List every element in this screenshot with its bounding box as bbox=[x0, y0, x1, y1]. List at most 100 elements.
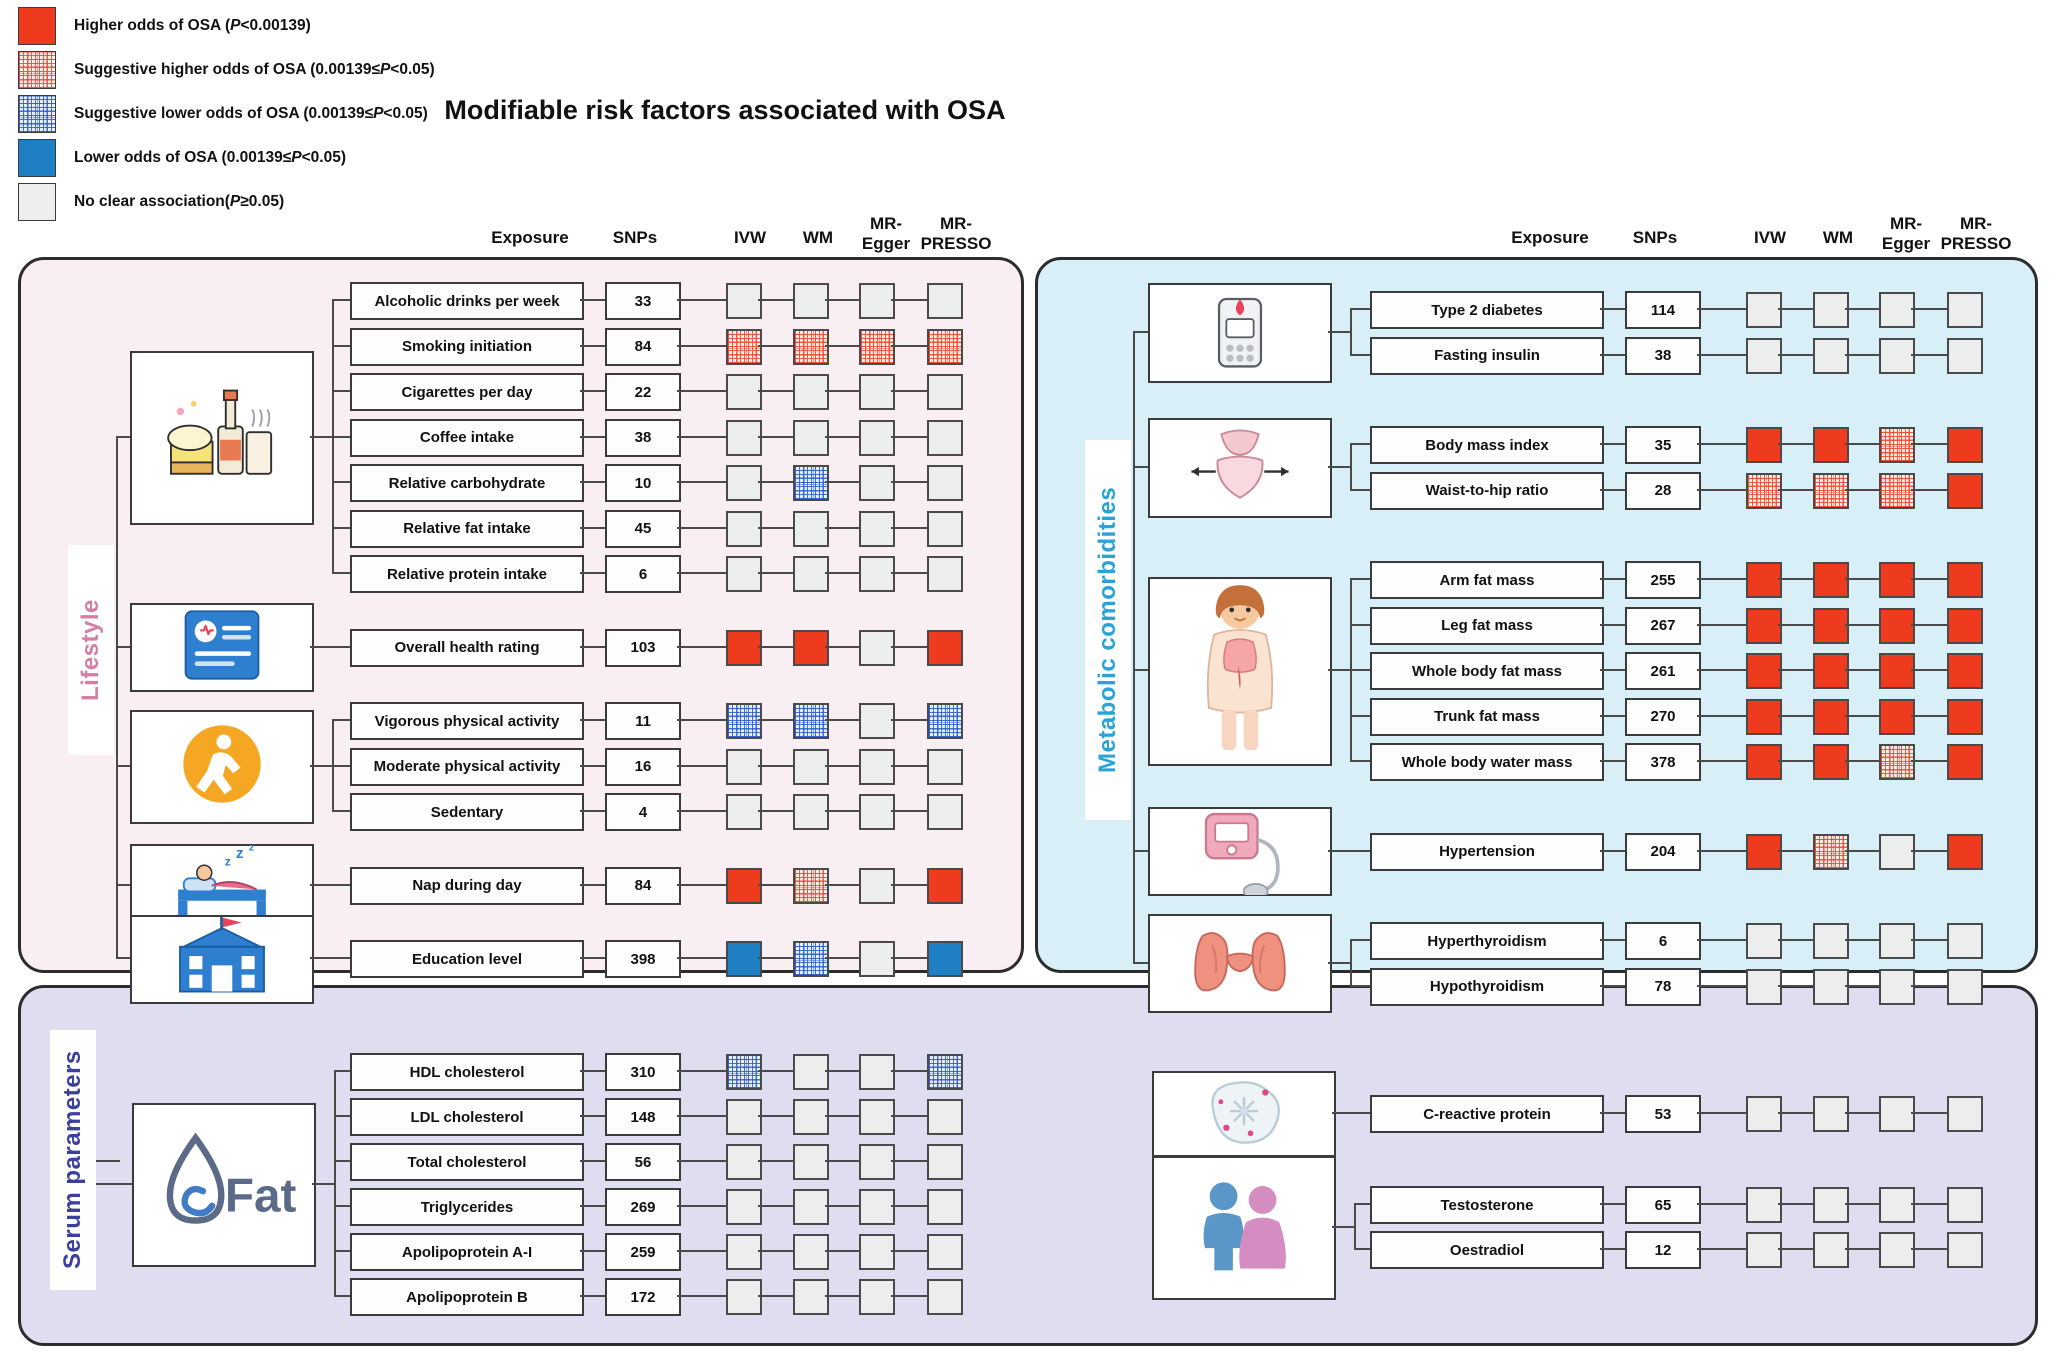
row-connector bbox=[1354, 1248, 1370, 1250]
icon-group-sex-hormone bbox=[1152, 1155, 1336, 1300]
result-cell-suggestive-higher-odds bbox=[1813, 472, 1849, 509]
exposure-label: Vigorous physical activity bbox=[374, 712, 560, 730]
result-cell-no-association bbox=[793, 419, 829, 456]
group-spine bbox=[1133, 330, 1135, 962]
result-cell-suggestive-lower-odds bbox=[927, 1054, 963, 1090]
cell-connector bbox=[758, 526, 793, 529]
result-cell-no-association bbox=[793, 1099, 829, 1135]
result-cell-no-association bbox=[927, 510, 963, 547]
cell-connector bbox=[677, 572, 726, 574]
snp-count: 103 bbox=[630, 639, 656, 656]
cell-connector bbox=[891, 764, 927, 767]
exposure-label: Smoking initiation bbox=[402, 338, 532, 355]
inflammation-cell-icon bbox=[1193, 1070, 1295, 1159]
icon-out-connector bbox=[310, 883, 332, 886]
exposure-snp-connector bbox=[1600, 353, 1625, 356]
snp-box: 270 bbox=[1625, 697, 1701, 736]
result-cell-no-association bbox=[859, 1279, 895, 1315]
legend-swatch-lred-icon bbox=[18, 50, 56, 89]
result-cell-no-association bbox=[726, 794, 762, 830]
snp-count: 114 bbox=[1650, 301, 1676, 319]
result-cell-suggestive-lower-odds bbox=[726, 1054, 762, 1090]
snp-count: 16 bbox=[634, 758, 652, 775]
cell-connector bbox=[758, 1250, 793, 1252]
exposure-snp-connector bbox=[580, 810, 605, 812]
icon-out-connector bbox=[1332, 1225, 1354, 1228]
cell-connector bbox=[891, 526, 927, 529]
icon-spine-connector bbox=[1133, 849, 1148, 852]
legend-item-none: No clear association(P≥0.05) bbox=[18, 182, 488, 221]
snp-box: 6 bbox=[605, 555, 681, 593]
exposure-box: Whole body fat mass bbox=[1370, 652, 1604, 690]
result-cell-no-association bbox=[859, 419, 895, 456]
snp-count: 11 bbox=[635, 712, 651, 730]
cell-connector bbox=[758, 435, 793, 438]
result-cell-no-association bbox=[726, 1144, 762, 1180]
result-cell-suggestive-higher-odds bbox=[793, 867, 829, 904]
row-connector bbox=[1350, 669, 1370, 671]
cell-connector bbox=[758, 1070, 793, 1072]
cell-connector bbox=[677, 1115, 726, 1117]
cell-connector bbox=[1911, 308, 1947, 310]
exposure-label: Relative protein intake bbox=[386, 565, 548, 583]
exposure-snp-connector bbox=[1600, 308, 1625, 310]
snp-count: 261 bbox=[1650, 662, 1676, 680]
cell-connector bbox=[825, 883, 859, 886]
snp-count: 267 bbox=[1650, 617, 1676, 634]
exposure-snp-connector bbox=[580, 645, 605, 648]
exposure-label: Apolipoprotein A-I bbox=[401, 1243, 533, 1261]
result-cell-higher-odds bbox=[1947, 562, 1983, 598]
serum-label-connector bbox=[96, 1160, 120, 1162]
cell-connector bbox=[758, 957, 793, 959]
row-connector bbox=[332, 299, 350, 301]
cell-connector bbox=[1778, 760, 1813, 762]
cell-connector bbox=[758, 390, 793, 392]
row-connector bbox=[334, 1250, 350, 1252]
cell-connector bbox=[677, 1250, 726, 1252]
snp-box: 378 bbox=[1625, 743, 1701, 781]
result-cell-no-association bbox=[927, 1189, 963, 1225]
result-cell-no-association bbox=[859, 556, 895, 592]
column-header-wm: WM bbox=[1822, 228, 1854, 247]
cell-connector bbox=[1697, 669, 1746, 671]
exposure-label: Whole body fat mass bbox=[1411, 662, 1563, 680]
legend-swatch-blue-icon bbox=[18, 138, 56, 177]
icon-group-body-composition bbox=[1148, 576, 1332, 766]
exposure-label: Trunk fat mass bbox=[1434, 708, 1540, 725]
cell-connector bbox=[891, 481, 927, 483]
exposure-snp-connector bbox=[580, 572, 605, 574]
result-cell-higher-odds bbox=[1947, 472, 1983, 509]
cell-connector bbox=[1778, 714, 1813, 717]
exposure-label: C-reactive protein bbox=[1423, 1105, 1551, 1123]
panel-serum bbox=[18, 985, 2038, 1346]
cell-connector bbox=[1697, 1112, 1746, 1114]
snp-box: 10 bbox=[605, 464, 681, 502]
cell-connector bbox=[891, 1250, 927, 1252]
result-cell-no-association bbox=[726, 465, 762, 501]
result-cell-higher-odds bbox=[1813, 653, 1849, 689]
exposure-snp-connector bbox=[1600, 1248, 1625, 1250]
result-cell-no-association bbox=[1947, 337, 1983, 374]
result-cell-no-association bbox=[927, 556, 963, 592]
exposure-label: Body mass index bbox=[1425, 436, 1549, 454]
result-cell-higher-odds bbox=[927, 629, 963, 666]
column-header-snps: SNPs bbox=[612, 228, 658, 247]
cell-connector bbox=[891, 957, 927, 959]
school-education-icon bbox=[170, 915, 274, 1004]
exposure-box: Trunk fat mass bbox=[1370, 697, 1604, 736]
row-fan-spine bbox=[1350, 443, 1352, 489]
cell-connector bbox=[825, 572, 859, 574]
exposure-label: Nap during day bbox=[412, 877, 522, 894]
cell-connector bbox=[825, 1295, 859, 1297]
exposure-box: Smoking initiation bbox=[350, 327, 584, 366]
cell-connector bbox=[825, 1070, 859, 1072]
exposure-label: Oestradiol bbox=[1449, 1241, 1525, 1259]
row-connector bbox=[1350, 939, 1370, 941]
cell-connector bbox=[1845, 939, 1879, 941]
exposure-snp-connector bbox=[1600, 939, 1625, 941]
result-cell-no-association bbox=[859, 703, 895, 739]
cell-connector bbox=[758, 883, 793, 886]
exposure-snp-connector bbox=[580, 390, 605, 392]
cell-connector bbox=[677, 435, 726, 438]
cell-connector bbox=[1778, 939, 1813, 941]
